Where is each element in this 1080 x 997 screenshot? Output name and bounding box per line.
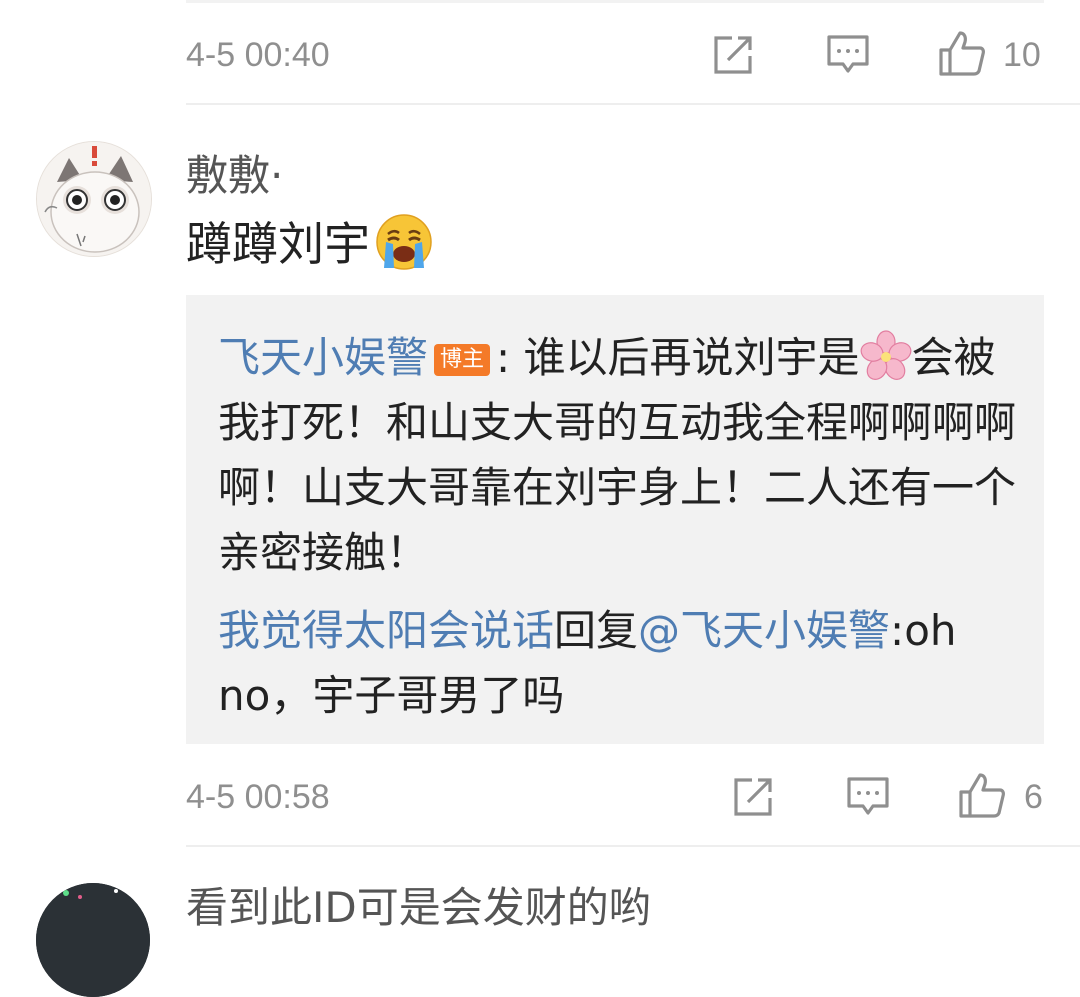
comment-icon[interactable]: [846, 776, 890, 818]
user-avatar[interactable]: [36, 141, 152, 257]
prev-like-count[interactable]: 10: [1003, 36, 1041, 75]
reply-text: 谁以后再说刘宇是: [510, 333, 860, 382]
crying-face-icon: [376, 214, 432, 270]
previous-reply-box-edge: [186, 0, 1044, 3]
reply-user[interactable]: 我觉得太阳会说话: [218, 606, 554, 655]
reply-colon: :: [496, 333, 511, 382]
reply-verb: 回复: [554, 606, 639, 655]
comment-text: 蹲蹲刘宇: [186, 208, 434, 274]
nested-reply: 我觉得太阳会说话回复@飞天小娱警:oh no，宇子哥男了吗: [218, 598, 1018, 728]
cherry-blossom-icon: [860, 330, 911, 380]
comment-icon[interactable]: [826, 34, 870, 76]
comment-body: 蹲蹲刘宇: [186, 217, 370, 271]
reply-target[interactable]: @飞天小娱警: [638, 606, 890, 655]
comment-divider: [186, 103, 1080, 105]
share-icon[interactable]: [732, 776, 776, 818]
comment-timestamp: 4-5 00:58: [186, 778, 330, 816]
like-count[interactable]: 6: [1024, 778, 1043, 817]
reply-quote: 飞天小娱警 博主: 谁以后再说刘宇是 会被我打死！和山支大哥的互动我全程啊啊啊啊啊…: [218, 325, 1018, 585]
share-icon[interactable]: [712, 34, 756, 76]
prev-comment-timestamp: 4-5 00:40: [186, 36, 330, 74]
next-user-avatar[interactable]: [36, 883, 150, 997]
cat-avatar-icon: [37, 142, 151, 256]
comment-username[interactable]: 敷敷·: [186, 142, 283, 203]
like-icon[interactable]: [938, 30, 986, 76]
reply-author[interactable]: 飞天小娱警: [218, 333, 428, 382]
comment-divider: [186, 845, 1080, 847]
next-comment-username[interactable]: 看到此ID可是会发财的哟: [186, 874, 651, 935]
author-badge: 博主: [434, 344, 491, 376]
dark-avatar-icon: [36, 883, 150, 997]
like-icon[interactable]: [958, 772, 1006, 818]
